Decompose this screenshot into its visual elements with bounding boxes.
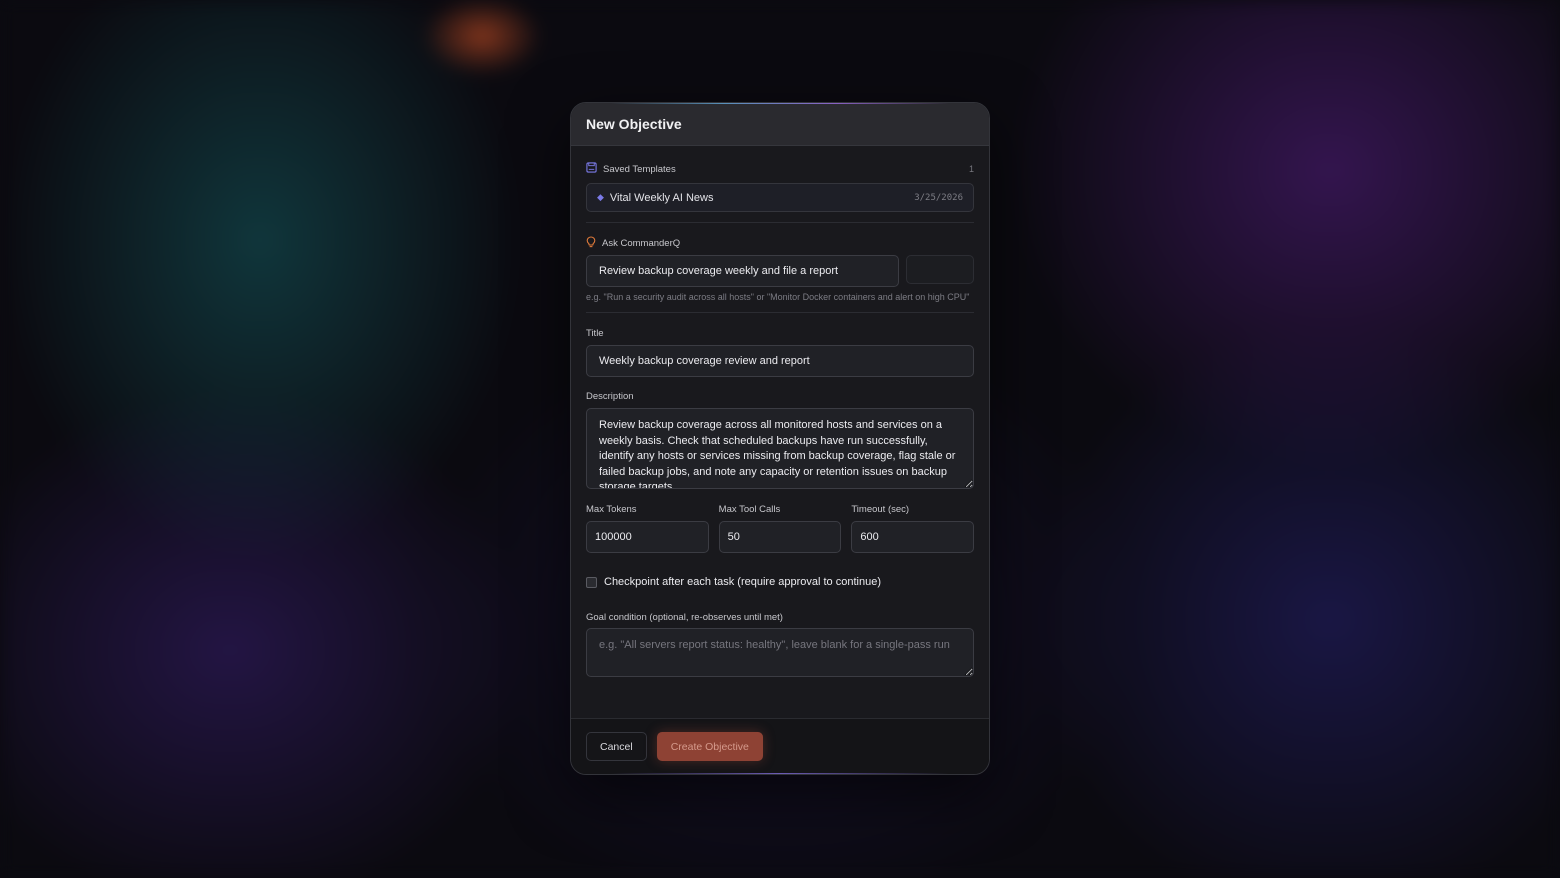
description-textarea[interactable]: Review backup coverage across all monito… [586,408,974,489]
dialog-header: New Objective [571,103,989,146]
template-date: 3/25/2026 [914,192,963,203]
ask-hint: e.g. "Run a security audit across all ho… [586,292,970,302]
description-label: Description [586,391,634,402]
save-icon [586,162,597,176]
create-objective-button[interactable]: Create Objective [656,732,763,761]
new-objective-dialog: New Objective Saved Templates 1 ◆ Vital … [570,102,990,775]
saved-templates-label: Saved Templates [603,163,676,175]
max-tool-calls-label: Max Tool Calls [718,504,781,515]
template-name: Vital Weekly AI News [609,191,714,204]
templates-count: 1 [968,164,974,174]
ask-commanderq-label: Ask CommanderQ [602,237,681,249]
title-input[interactable] [586,345,974,377]
max-tokens-label: Max Tokens [586,504,637,515]
limits-row: Max Tokens Max Tool Calls Timeout (sec) [586,504,975,553]
goal-condition-label: Goal condition (optional, re-observes un… [586,612,783,623]
goal-condition-textarea[interactable] [586,628,974,677]
timeout-label: Timeout (sec) [851,504,910,515]
diamond-icon: ◆ [597,192,604,202]
lightbulb-icon [586,235,596,251]
template-item[interactable]: ◆ Vital Weekly AI News 3/25/2026 [586,183,974,212]
checkpoint-label[interactable]: Checkpoint after each task (require appr… [604,576,881,588]
divider [586,312,974,313]
dialog-footer: Cancel Create Objective [571,718,989,774]
max-tokens-input[interactable] [586,521,709,553]
timeout-input[interactable] [851,521,975,553]
dialog-title: New Objective [586,116,682,132]
ask-submit-button[interactable] [906,255,974,284]
ask-commanderq-header: Ask CommanderQ [586,235,974,251]
checkpoint-checkbox[interactable] [586,576,597,588]
cancel-button[interactable]: Cancel [586,732,647,761]
divider [586,222,974,223]
dialog-body: Saved Templates 1 ◆ Vital Weekly AI News… [571,162,989,677]
ask-row [586,255,974,287]
ask-input[interactable] [586,255,900,287]
max-tool-calls-input[interactable] [718,521,842,553]
checkpoint-row: Checkpoint after each task (require appr… [586,576,974,588]
title-label: Title [586,328,604,339]
saved-templates-header: Saved Templates 1 [586,162,974,176]
